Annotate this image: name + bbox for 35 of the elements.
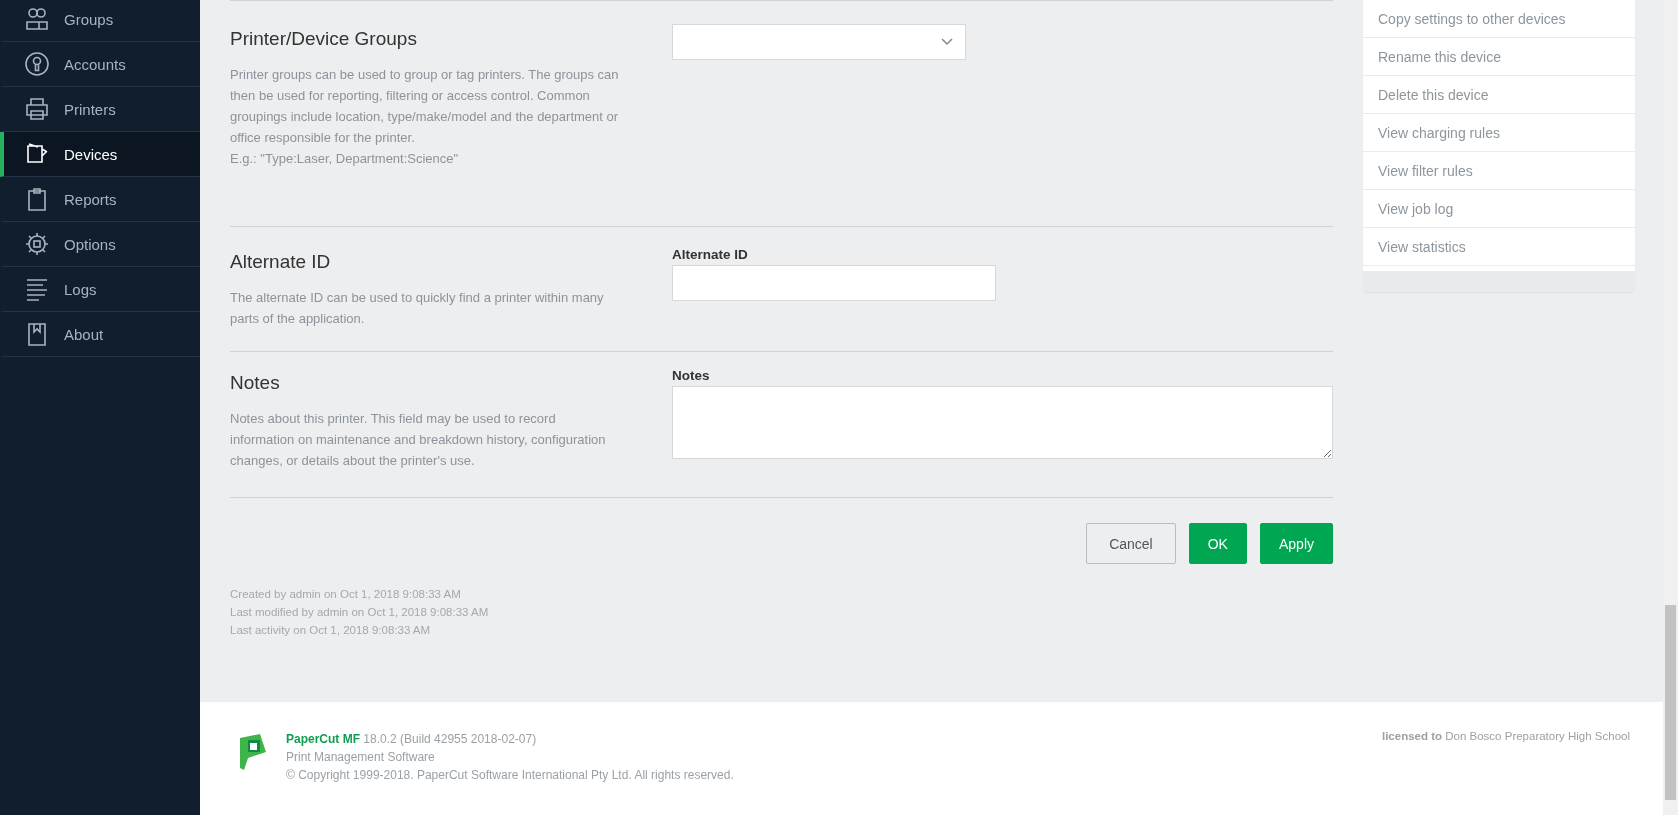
chevron-down-icon: [941, 38, 953, 46]
example-text: E.g.: "Type:Laser, Department:Science": [230, 150, 460, 168]
nav-item[interactable]: About: [0, 312, 200, 357]
nav-item[interactable]: Groups: [0, 0, 200, 42]
meta-text: Created by admin on Oct 1, 2018 9:08:33 AM: [230, 587, 462, 602]
subtitle-text: Print Management Software: [286, 749, 436, 766]
nav-item[interactable]: Accounts: [0, 42, 200, 87]
license-text: licensed to Don Bosco Preparatory High School: [1382, 730, 1630, 744]
printer-icon: [24, 96, 50, 122]
section-title: Notes: [230, 372, 281, 394]
section-description: The alternate ID can be used to quickly find a printer within many parts of the application.: [230, 289, 605, 328]
product-name: PaperCut MF: [286, 732, 360, 746]
section-description: Printer groups can be used to group or tag printers. The groups can then be used for reporting, filtering or access control. Common groupings include location, type/make/model and the department or office responsible for the printer.: [230, 66, 620, 147]
meta-text: Last activity on Oct 1, 2018 9:08:33 AM: [230, 623, 432, 638]
logo-icon: [238, 732, 268, 772]
section-title: Printer/Device Groups: [230, 28, 418, 50]
nav-item[interactable]: Devices: [0, 132, 200, 177]
list-icon: [24, 276, 50, 302]
section-title: Alternate ID: [230, 251, 332, 273]
input-field[interactable]: [672, 265, 996, 301]
notes-field[interactable]: [672, 386, 1333, 459]
field-label: Alternate ID: [672, 247, 749, 262]
nav-item[interactable]: Options: [0, 222, 200, 267]
section-description: Notes about this printer. This field may be used to record information on maintenance and breakdown history, configuration changes, or details about the printer's use.: [230, 410, 607, 470]
nav-item[interactable]: Logs: [0, 267, 200, 312]
version-text: 18.0.2 (Build 42955 2018-02-07): [362, 732, 537, 746]
dropdown[interactable]: [672, 24, 966, 60]
copyright-text: © Copyright 1999-2018. PaperCut Software International Pty Ltd. All rights reserved.: [286, 767, 735, 784]
nav-item[interactable]: Reports: [0, 177, 200, 222]
cancel-button[interactable]: Cancel: [1086, 523, 1176, 564]
people-icon: [24, 6, 50, 32]
keyhole-icon: [24, 51, 50, 77]
field-label: Notes: [672, 368, 711, 383]
settings-icon: [24, 231, 50, 257]
meta-text: Last modified by admin on Oct 1, 2018 9:08:33 AM: [230, 605, 490, 620]
